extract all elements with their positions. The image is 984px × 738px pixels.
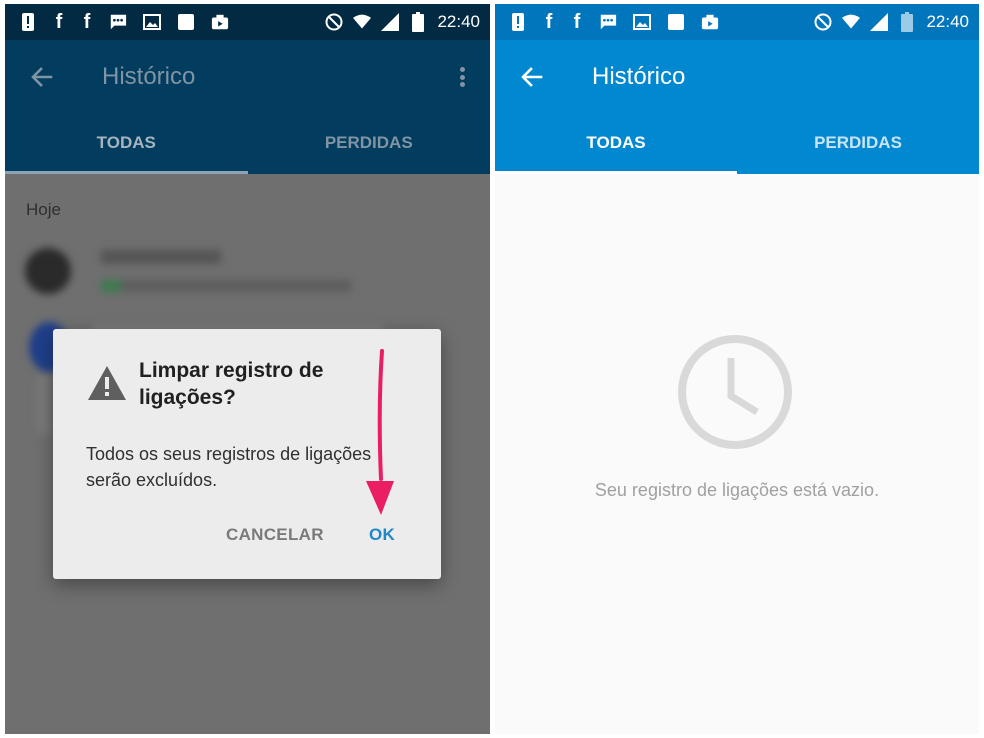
battery-icon (898, 12, 916, 32)
back-arrow-icon[interactable] (27, 62, 57, 92)
call-log-list: Hoje Limpar registro de ligações? Todos … (5, 174, 490, 734)
tab-label: PERDIDAS (814, 133, 902, 152)
left-screen: f f 22:40 Histórico TODAS PERDIDAS Hoje … (5, 4, 490, 734)
system-icons: 22:40 (325, 4, 480, 40)
empty-call-log: Seu registro de ligações está vazio. (495, 174, 979, 734)
notification-icons: f f (19, 4, 229, 40)
back-arrow-icon[interactable] (517, 62, 547, 92)
contact-name-blurred (101, 250, 221, 264)
notification-icons: f f (509, 4, 719, 40)
facebook-icon: f (55, 11, 63, 33)
call-entry-blurred[interactable] (23, 242, 363, 304)
tab-perdidas[interactable]: PERDIDAS (737, 120, 979, 174)
facebook-icon: f (573, 11, 581, 33)
tab-perdidas[interactable]: PERDIDAS (248, 120, 491, 174)
do-not-disturb-icon (325, 13, 343, 31)
wifi-icon (353, 13, 372, 31)
status-bar: f f 22:40 (495, 4, 979, 40)
call-type-blurred (101, 280, 121, 292)
page-title: Histórico (102, 63, 196, 90)
alert-icon (19, 13, 37, 31)
tab-todas[interactable]: TODAS (495, 120, 737, 174)
clock-icon (678, 335, 792, 449)
tab-bar: TODAS PERDIDAS (495, 120, 979, 174)
image-icon (143, 13, 161, 31)
media-icon (211, 13, 229, 31)
page-title: Histórico (592, 63, 686, 90)
status-bar: f f 22:40 (5, 4, 490, 40)
image-icon (633, 13, 651, 31)
signal-icon (870, 13, 889, 31)
ok-button[interactable]: OK (369, 525, 395, 545)
square-icon (177, 13, 195, 31)
battery-icon (409, 12, 427, 32)
media-icon (701, 13, 719, 31)
message-icon (599, 13, 617, 31)
do-not-disturb-icon (814, 13, 832, 31)
menu-dot (459, 74, 465, 80)
overflow-menu-icon[interactable] (454, 64, 470, 90)
menu-dot (459, 82, 465, 87)
facebook-icon: f (545, 11, 553, 33)
app-bar: Histórico TODAS PERDIDAS (5, 40, 490, 174)
cancel-button[interactable]: CANCELAR (226, 525, 324, 545)
empty-state-message: Seu registro de ligações está vazio. (594, 480, 880, 500)
status-clock: 22:40 (437, 12, 480, 31)
tab-label: PERDIDAS (324, 133, 413, 152)
message-icon (109, 13, 127, 31)
call-detail-blurred (101, 280, 351, 292)
section-header-today: Hoje (26, 200, 61, 219)
signal-icon (381, 13, 400, 31)
tab-label: TODAS (586, 133, 646, 152)
pink-arrow-annotation (366, 349, 394, 515)
tab-label: TODAS (96, 133, 156, 152)
alert-icon (509, 13, 527, 31)
app-bar: Histórico TODAS PERDIDAS (495, 40, 979, 174)
menu-dot (459, 67, 465, 72)
square-icon (667, 13, 685, 31)
tab-todas[interactable]: TODAS (5, 120, 248, 174)
call-detail-blurred (37, 374, 51, 434)
status-clock: 22:40 (926, 12, 969, 31)
wifi-icon (842, 13, 861, 31)
avatar (25, 248, 71, 294)
facebook-icon: f (83, 11, 91, 33)
system-icons: 22:40 (814, 4, 969, 40)
tab-bar: TODAS PERDIDAS (5, 120, 490, 174)
right-screen: f f 22:40 Histórico TODAS PERDIDAS Seu r… (495, 4, 979, 734)
dialog-message: Todos os seus registros de ligações serã… (86, 444, 372, 490)
warning-icon (87, 365, 127, 401)
